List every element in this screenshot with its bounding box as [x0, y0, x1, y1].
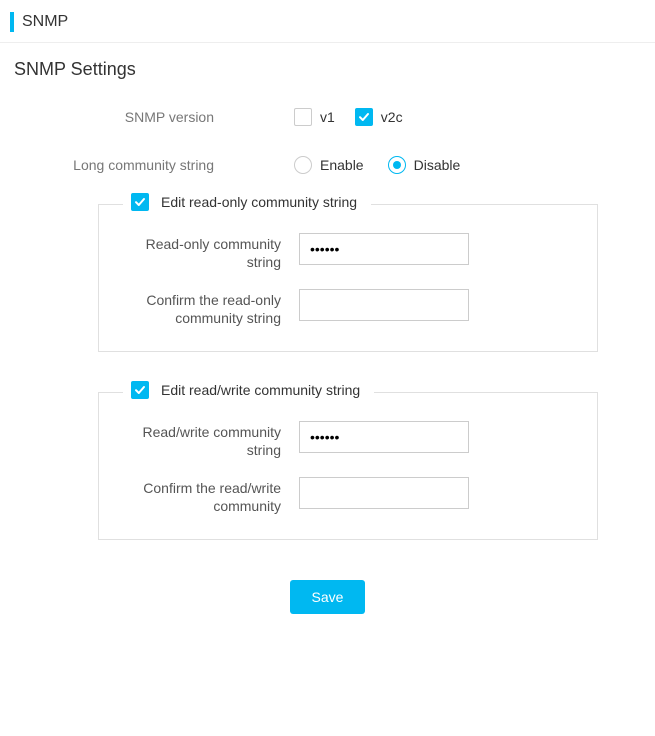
panel-readwrite-legend: Edit read/write community string — [123, 381, 374, 399]
radio-label-disable: Disable — [414, 157, 461, 173]
check-icon — [134, 384, 146, 396]
input-readonly-confirm[interactable] — [299, 289, 469, 321]
checkbox-edit-readwrite[interactable] — [131, 381, 149, 399]
row-long-community: Long community string Enable Disable — [14, 156, 641, 174]
checkbox-edit-readonly[interactable] — [131, 193, 149, 211]
panel-readonly-legend: Edit read-only community string — [123, 193, 371, 211]
row-readonly-confirm: Confirm the read-only community string — [119, 289, 577, 327]
panel-readonly-legend-text: Edit read-only community string — [161, 194, 357, 210]
label-readonly-confirm: Confirm the read-only community string — [119, 289, 299, 327]
page-title: SNMP — [10, 12, 645, 32]
radio-circle-disable[interactable] — [388, 156, 406, 174]
content: SNMP Settings SNMP version v1 v2c Long c… — [0, 43, 655, 644]
save-button[interactable]: Save — [290, 580, 366, 614]
radio-label-enable: Enable — [320, 157, 364, 173]
input-readwrite-string[interactable] — [299, 421, 469, 453]
panel-readwrite-legend-text: Edit read/write community string — [161, 382, 360, 398]
page-header: SNMP — [0, 0, 655, 43]
row-snmp-version: SNMP version v1 v2c — [14, 108, 641, 126]
label-readwrite-confirm: Confirm the read/write community — [119, 477, 299, 515]
checkbox-box-v1[interactable] — [294, 108, 312, 126]
check-icon — [358, 111, 370, 123]
radio-circle-enable[interactable] — [294, 156, 312, 174]
checkbox-box-v2c[interactable] — [355, 108, 373, 126]
row-readonly-string: Read-only community string — [119, 233, 577, 271]
check-icon — [134, 196, 146, 208]
label-long-community: Long community string — [14, 157, 234, 173]
label-snmp-version: SNMP version — [14, 109, 234, 125]
input-readonly-string[interactable] — [299, 233, 469, 265]
panel-readwrite: Edit read/write community string Read/wr… — [98, 392, 598, 540]
label-readwrite-string: Read/write community string — [119, 421, 299, 459]
checkbox-label-v1: v1 — [320, 109, 335, 125]
label-readonly-string: Read-only community string — [119, 233, 299, 271]
row-readwrite-confirm: Confirm the read/write community — [119, 477, 577, 515]
radio-disable[interactable]: Disable — [388, 156, 461, 174]
panel-readonly: Edit read-only community string Read-onl… — [98, 204, 598, 352]
input-readwrite-confirm[interactable] — [299, 477, 469, 509]
radio-enable[interactable]: Enable — [294, 156, 364, 174]
checkbox-v2c[interactable]: v2c — [355, 108, 403, 126]
checkbox-v1[interactable]: v1 — [294, 108, 335, 126]
button-row: Save — [14, 580, 641, 614]
checkbox-label-v2c: v2c — [381, 109, 403, 125]
section-subtitle: SNMP Settings — [14, 59, 641, 80]
row-readwrite-string: Read/write community string — [119, 421, 577, 459]
